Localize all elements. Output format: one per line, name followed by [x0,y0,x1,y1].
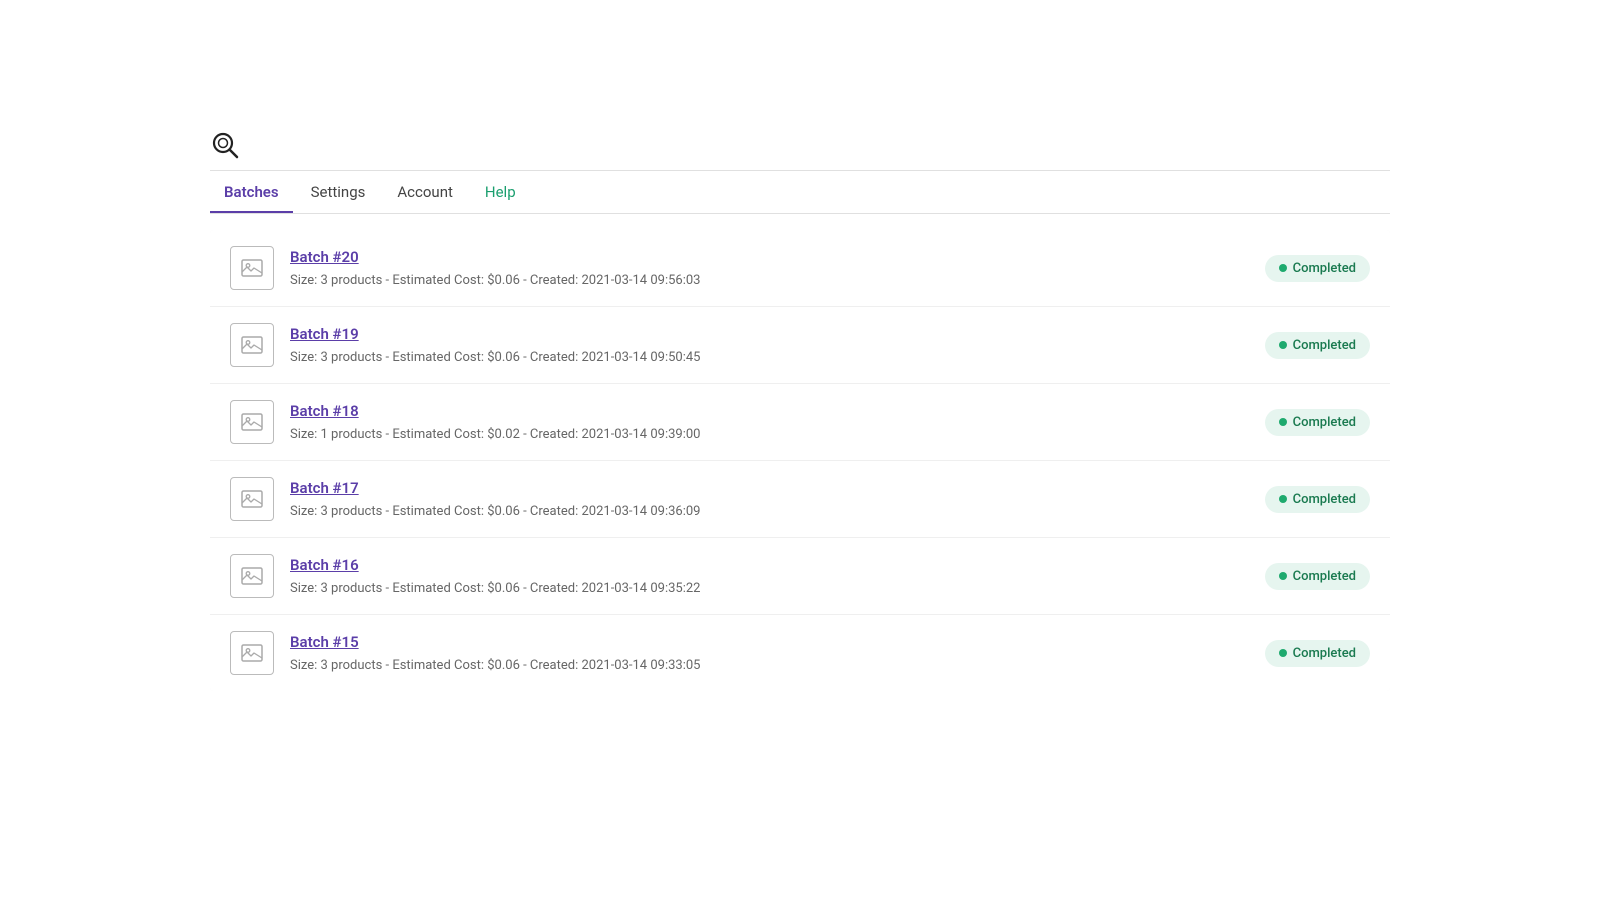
nav-item-account[interactable]: Account [383,173,467,213]
batch-info: Batch #17 Size: 3 products - Estimated C… [290,479,1265,519]
batch-meta: Size: 3 products - Estimated Cost: $0.06… [290,273,700,288]
batch-item: Batch #16 Size: 3 products - Estimated C… [210,538,1390,615]
batch-name[interactable]: Batch #16 [290,556,1265,574]
status-badge: Completed [1265,640,1370,667]
image-placeholder-icon [240,410,264,434]
image-placeholder-icon [240,487,264,511]
batch-icon [230,400,274,444]
batch-info: Batch #19 Size: 3 products - Estimated C… [290,325,1265,365]
status-dot [1279,649,1287,657]
batch-meta: Size: 3 products - Estimated Cost: $0.06… [290,581,700,596]
batch-meta: Size: 3 products - Estimated Cost: $0.06… [290,504,700,519]
status-dot [1279,341,1287,349]
batch-info: Batch #15 Size: 3 products - Estimated C… [290,633,1265,673]
status-label: Completed [1293,261,1356,276]
status-label: Completed [1293,569,1356,584]
image-placeholder-icon [240,333,264,357]
status-dot [1279,418,1287,426]
batch-item: Batch #17 Size: 3 products - Estimated C… [210,461,1390,538]
batch-name[interactable]: Batch #20 [290,248,1265,266]
image-placeholder-icon [240,564,264,588]
nav-divider [210,213,1390,214]
batch-meta: Size: 3 products - Estimated Cost: $0.06… [290,658,700,673]
main-content: Batch #20 Size: 3 products - Estimated C… [210,230,1390,691]
batch-meta: Size: 3 products - Estimated Cost: $0.06… [290,350,700,365]
nav-item-help[interactable]: Help [471,173,530,213]
batch-icon [230,246,274,290]
batch-item: Batch #19 Size: 3 products - Estimated C… [210,307,1390,384]
batch-item: Batch #15 Size: 3 products - Estimated C… [210,615,1390,691]
main-nav: Batches Settings Account Help [0,173,1600,213]
batch-info: Batch #18 Size: 1 products - Estimated C… [290,402,1265,442]
status-dot [1279,264,1287,272]
status-label: Completed [1293,415,1356,430]
header-divider [210,170,1390,171]
status-label: Completed [1293,338,1356,353]
batch-name[interactable]: Batch #15 [290,633,1265,651]
batch-name[interactable]: Batch #19 [290,325,1265,343]
image-placeholder-icon [240,256,264,280]
batch-info: Batch #16 Size: 3 products - Estimated C… [290,556,1265,596]
status-dot [1279,495,1287,503]
batch-list: Batch #20 Size: 3 products - Estimated C… [210,230,1390,691]
status-badge: Completed [1265,332,1370,359]
logo-area [210,130,250,162]
nav-item-settings[interactable]: Settings [297,173,380,213]
status-badge: Completed [1265,255,1370,282]
batch-item: Batch #18 Size: 1 products - Estimated C… [210,384,1390,461]
status-label: Completed [1293,492,1356,507]
status-label: Completed [1293,646,1356,661]
app-header [0,130,1600,162]
logo-icon [210,130,242,162]
batch-item: Batch #20 Size: 3 products - Estimated C… [210,230,1390,307]
nav-item-batches[interactable]: Batches [210,173,293,213]
status-dot [1279,572,1287,580]
status-badge: Completed [1265,409,1370,436]
batch-icon [230,477,274,521]
batch-info: Batch #20 Size: 3 products - Estimated C… [290,248,1265,288]
batch-meta: Size: 1 products - Estimated Cost: $0.02… [290,427,700,442]
batch-icon [230,631,274,675]
batch-name[interactable]: Batch #18 [290,402,1265,420]
status-badge: Completed [1265,486,1370,513]
status-badge: Completed [1265,563,1370,590]
image-placeholder-icon [240,641,264,665]
batch-icon [230,554,274,598]
batch-icon [230,323,274,367]
batch-name[interactable]: Batch #17 [290,479,1265,497]
